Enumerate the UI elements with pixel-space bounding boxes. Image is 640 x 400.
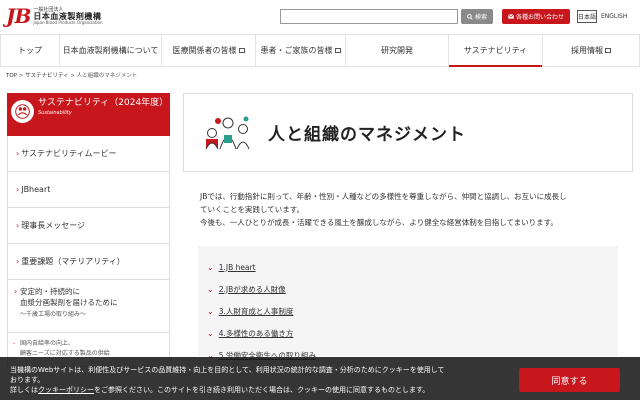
search-input[interactable]: [280, 9, 458, 24]
chevron-down-icon: ⌄: [207, 306, 214, 316]
nav-item-rnd[interactable]: 研究開発: [346, 35, 449, 66]
contact-button-label: 各種お問い合わせ: [515, 14, 564, 21]
sustainability-icon: [11, 100, 34, 123]
chevron-down-icon: ⌄: [207, 328, 214, 338]
sidebar-item-jbheart[interactable]: › JBheart: [7, 172, 170, 208]
sidebar-header[interactable]: サステナビリティ（2024年度） Sustainability: [7, 93, 170, 136]
lang-ja-link[interactable]: 日本語: [577, 10, 597, 23]
cookie-text: 当機構のWebサイトは、利便性及びサービスの品質維持・向上を目的として、利用状況…: [10, 366, 445, 394]
table-of-contents: ⌄ 1.JB heart ⌄ 2.JBが求める人財像 ⌄ 3.人財育成と人事制度 ⌄ 4…: [198, 246, 618, 360]
page-title-box: 人と組織のマネジメント: [183, 93, 633, 172]
sidebar-item-movie[interactable]: › サステナビリティムービー: [7, 136, 170, 172]
chevron-right-icon: ›: [16, 221, 20, 230]
sidebar-item-materiality[interactable]: › 重要課題（マテリアリティ）: [7, 244, 170, 280]
nav-item-sustainability[interactable]: サステナビリティ: [449, 35, 543, 67]
intro-text: JBでは、行動指針に則って、年齢・性別・人種などの多様性を尊重しながら、仲間と協…: [200, 192, 567, 227]
external-link-icon: [605, 48, 611, 53]
search-button[interactable]: 検索: [461, 9, 493, 24]
nav-item-about[interactable]: 日本血液製剤機構について: [60, 35, 162, 66]
contact-button[interactable]: 各種お問い合わせ: [502, 9, 570, 24]
people-illustration-icon: [205, 116, 250, 149]
logo-org-name-en: Japan Blood Products Organization: [33, 19, 103, 25]
toc-item-diversity[interactable]: ⌄ 4.多様性のある働き方: [198, 322, 618, 344]
sidebar: サステナビリティ（2024年度） Sustainability › サステナビリテ…: [7, 93, 170, 367]
global-nav: トップ 日本血液製剤機構について 医療関係者の皆様 患者・ご家族の皆様 研究開発…: [0, 34, 640, 67]
chevron-right-icon: ›: [16, 149, 20, 158]
sidebar-item-chitose[interactable]: › 安定的・持続的に 血漿分画製剤を届けるために 〜千歳工場の取り組み〜: [7, 280, 170, 333]
sidebar-title: サステナビリティ（2024年度）: [38, 98, 169, 108]
site-logo[interactable]: JB 一般社団法人 日本血液製剤機構 Japan Blood Products …: [6, 4, 102, 28]
logo-mark: JB: [6, 4, 31, 28]
search-button-label: 検索: [474, 14, 487, 21]
external-link-icon: [334, 48, 341, 53]
lang-en-link[interactable]: ENGLISH: [601, 10, 627, 23]
chevron-right-icon: ›: [14, 287, 18, 296]
external-link-icon: [238, 48, 245, 53]
nav-item-top[interactable]: トップ: [0, 35, 60, 66]
mail-icon: [508, 14, 514, 19]
breadcrumb-current: 人と組織のマネジメント: [76, 73, 138, 79]
main-content: 人と組織のマネジメント JBでは、行動指針に則って、年齢・性別・人種などの多様性…: [183, 93, 633, 360]
sidebar-item-message[interactable]: › 理事長メッセージ: [7, 208, 170, 244]
toc-item-jbheart[interactable]: ⌄ 1.JB heart: [198, 256, 618, 278]
nav-item-patients[interactable]: 患者・ご家族の皆様: [256, 35, 346, 66]
cookie-policy-link[interactable]: クッキーポリシー: [38, 386, 94, 394]
toc-item-development[interactable]: ⌄ 3.人財育成と人事制度: [198, 300, 618, 322]
breadcrumb-section[interactable]: サステナビリティ: [25, 73, 69, 79]
page-title: 人と組織のマネジメント: [268, 125, 466, 145]
cookie-accept-button[interactable]: 同意する: [519, 368, 620, 392]
chevron-down-icon: ⌄: [207, 262, 214, 272]
chevron-right-icon: ›: [16, 257, 20, 266]
breadcrumb-top[interactable]: TOP: [6, 73, 17, 79]
nav-item-medical[interactable]: 医療関係者の皆様: [162, 35, 256, 66]
nav-item-recruit[interactable]: 採用情報: [543, 35, 640, 66]
chevron-right-icon: ›: [16, 185, 20, 194]
breadcrumb: TOP > サステナビリティ > 人と組織のマネジメント: [6, 73, 138, 79]
toc-item-talent[interactable]: ⌄ 2.JBが求める人財像: [198, 278, 618, 300]
site-header: JB 一般社団法人 日本血液製剤機構 Japan Blood Products …: [0, 0, 640, 34]
search-icon: [467, 13, 473, 20]
chevron-down-icon: ⌄: [207, 284, 214, 294]
sidebar-subtitle: Sustainability: [38, 110, 72, 116]
